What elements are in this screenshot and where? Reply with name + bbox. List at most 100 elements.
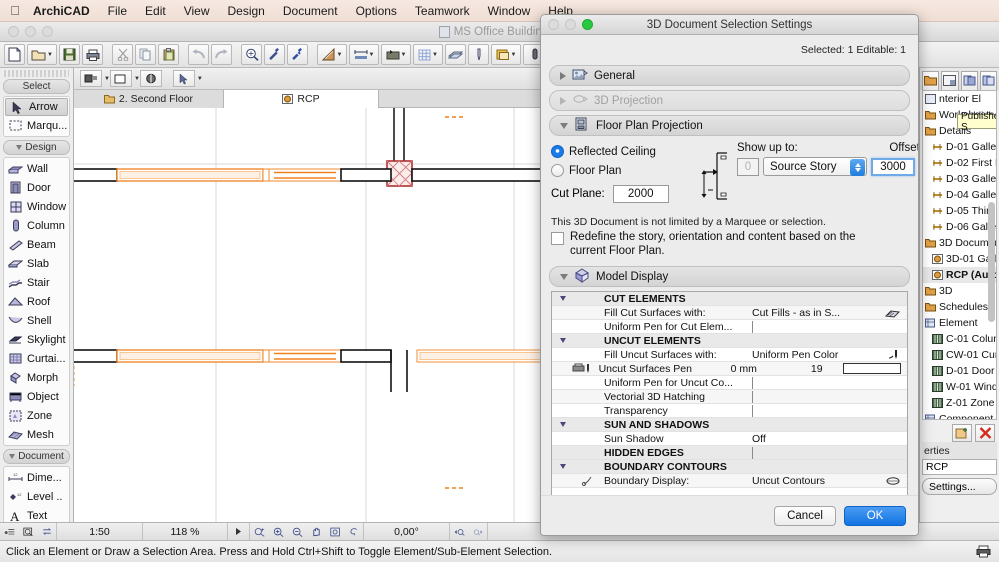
chevron-down-icon[interactable] (552, 296, 574, 301)
fill-pattern-icon[interactable] (878, 308, 907, 318)
row-checkbox[interactable] (752, 446, 753, 459)
row-checkbox[interactable] (752, 404, 753, 417)
tab-second-floor[interactable]: 2. Second Floor (74, 90, 224, 108)
chevron-right-icon[interactable] (560, 71, 566, 80)
settings-button[interactable]: Settings... (922, 478, 997, 495)
chevron-down-icon[interactable]: ▼ (369, 52, 375, 58)
display-options-button[interactable]: ▼ (491, 44, 521, 65)
navigator-tree-item[interactable]: 3D-01 Gallery- (923, 251, 996, 267)
tool-wall[interactable]: Wall (4, 159, 69, 178)
arrow-pointer-button[interactable] (172, 70, 195, 87)
tool-skylight[interactable]: Skylight (4, 330, 69, 349)
row-checkbox[interactable] (752, 390, 753, 403)
open-document-button[interactable]: ▼ (27, 44, 57, 65)
navigator-tree-item[interactable]: RCP (Auto-reb (923, 267, 996, 283)
navigator-tree-item[interactable]: Component (923, 411, 996, 419)
paste-button[interactable] (158, 44, 179, 65)
model-display-table[interactable]: CUT ELEMENTS Fill Cut Surfaces with: Cut F… (551, 291, 908, 497)
navigator-tree[interactable]: Publisher S nterior ElWorksheetsDetailsD… (922, 90, 997, 420)
tool-stair[interactable]: Stair (4, 273, 69, 292)
redefine-checkbox[interactable] (551, 232, 564, 245)
trace-reference-toggle[interactable] (80, 70, 102, 87)
print-button[interactable] (82, 44, 103, 65)
navigator-tree-item[interactable]: Z-01 Zone L (923, 395, 996, 411)
menu-item-view[interactable]: View (175, 4, 219, 18)
chevron-down-icon[interactable]: ▼ (432, 52, 438, 58)
chevron-down-icon[interactable]: ▼ (511, 52, 517, 58)
model-display-group-row[interactable]: UNCUT ELEMENTS (552, 334, 907, 348)
grid-settings-button[interactable]: ▼ (413, 44, 443, 65)
model-display-row[interactable]: Boundary Display: Uncut Contours (552, 474, 907, 488)
model-display-row-value[interactable] (752, 404, 842, 417)
zoom-in-icon[interactable] (269, 523, 288, 541)
show-hide-frame-button[interactable] (109, 70, 132, 87)
tool-level-dimension[interactable]: 12 Level .. (4, 487, 69, 506)
rebuild-icon[interactable] (38, 522, 57, 541)
tool-window[interactable]: Window (4, 197, 69, 216)
model-display-group-row[interactable]: BOUNDARY CONTOURS (552, 460, 907, 474)
chevron-down-icon[interactable]: ▼ (337, 52, 343, 58)
display-options-group[interactable]: ▼ (490, 44, 522, 65)
chevron-down-icon[interactable] (552, 422, 574, 427)
layer-settings-group[interactable]: ▼ (380, 44, 412, 65)
radio-button[interactable] (551, 164, 564, 177)
dimension-settings-button[interactable]: ▼ (349, 44, 379, 65)
navigator-tree-item[interactable]: D-06 Gallery S (923, 219, 996, 235)
menu-item-archicad[interactable]: ArchiCAD (24, 4, 99, 18)
navigator-tree-item[interactable]: nterior El (923, 91, 996, 107)
model-display-row-value[interactable] (752, 320, 842, 333)
tool-door[interactable]: Door (4, 178, 69, 197)
tool-zone[interactable]: Zone (4, 406, 69, 425)
model-display-row-value[interactable]: Uniform Pen Color (752, 349, 842, 361)
model-display-row[interactable]: Fill Cut Surfaces with: Cut Fills - as in… (552, 306, 907, 320)
tool-dimension[interactable]: 12 Dime... (4, 468, 69, 487)
pan-hand-icon[interactable] (307, 523, 326, 541)
scrollbar-thumb[interactable] (988, 202, 995, 322)
model-display-row[interactable]: Uniform Pen for Uncut Co... (552, 376, 907, 390)
model-display-row[interactable]: Uncut Surfaces Pen 0 mm 19 (552, 362, 907, 376)
model-display-row-value[interactable] (752, 376, 842, 389)
chevron-down-icon[interactable] (552, 338, 574, 343)
printer-icon[interactable] (976, 545, 991, 561)
syringe-button[interactable] (287, 44, 308, 65)
tool-arrow[interactable]: Arrow (5, 98, 68, 116)
eyedropper-button[interactable] (264, 44, 285, 65)
tool-roof[interactable]: Roof (4, 292, 69, 311)
navigator-scrollbar[interactable] (988, 92, 995, 418)
view-map-tab[interactable] (941, 70, 959, 90)
radio-button[interactable] (551, 145, 564, 158)
open-document-group[interactable]: ▼ (26, 44, 58, 65)
menu-item-design[interactable]: Design (219, 4, 274, 18)
menu-item-teamwork[interactable]: Teamwork (406, 4, 479, 18)
navigator-tree-item[interactable]: Element (923, 315, 996, 331)
model-display-row[interactable]: Vectorial 3D Hatching (552, 390, 907, 404)
model-display-row-value[interactable] (752, 446, 842, 459)
navigator-tree-item[interactable]: D-03 Gallery S (923, 171, 996, 187)
delete-button[interactable] (975, 424, 995, 442)
menu-item-file[interactable]: File (99, 4, 136, 18)
model-display-group-row[interactable]: HIDDEN EDGES (552, 446, 907, 460)
tool-mesh[interactable]: Mesh (4, 425, 69, 444)
scale-value[interactable]: 1:50 (57, 522, 143, 541)
chevron-down-icon[interactable]: ▼ (401, 52, 407, 58)
pen-tip-icon[interactable] (878, 349, 907, 360)
model-display-row-value[interactable] (752, 390, 842, 403)
navigator-tree-item[interactable]: D-01 Door S (923, 363, 996, 379)
navigator-tree-item[interactable]: C-01 Colum (923, 331, 996, 347)
palette-header-design[interactable]: Design (3, 140, 70, 155)
zoom-inout-icon[interactable] (250, 523, 269, 541)
pen-settings-button[interactable] (468, 44, 489, 65)
play-icon[interactable] (228, 522, 250, 541)
navigator-tree-item[interactable]: W-01 Windo (923, 379, 996, 395)
menu-item-window[interactable]: Window (479, 4, 540, 18)
previous-zoom-icon[interactable] (450, 523, 469, 541)
navigator-tree-item[interactable]: Schedules (923, 299, 996, 315)
navigator-tree-item[interactable]: D-04 Gallery S (923, 187, 996, 203)
model-display-row-value[interactable]: Cut Fills - as in S... (752, 307, 842, 319)
publisher-sets-tab[interactable] (979, 70, 997, 90)
redo-button[interactable] (211, 44, 232, 65)
section-floor-plan-projection[interactable]: Floor Plan Projection (549, 115, 910, 136)
row-checkbox[interactable] (752, 376, 753, 389)
save-document-button[interactable] (59, 44, 80, 65)
chevron-down-icon[interactable]: ▼ (47, 52, 53, 58)
